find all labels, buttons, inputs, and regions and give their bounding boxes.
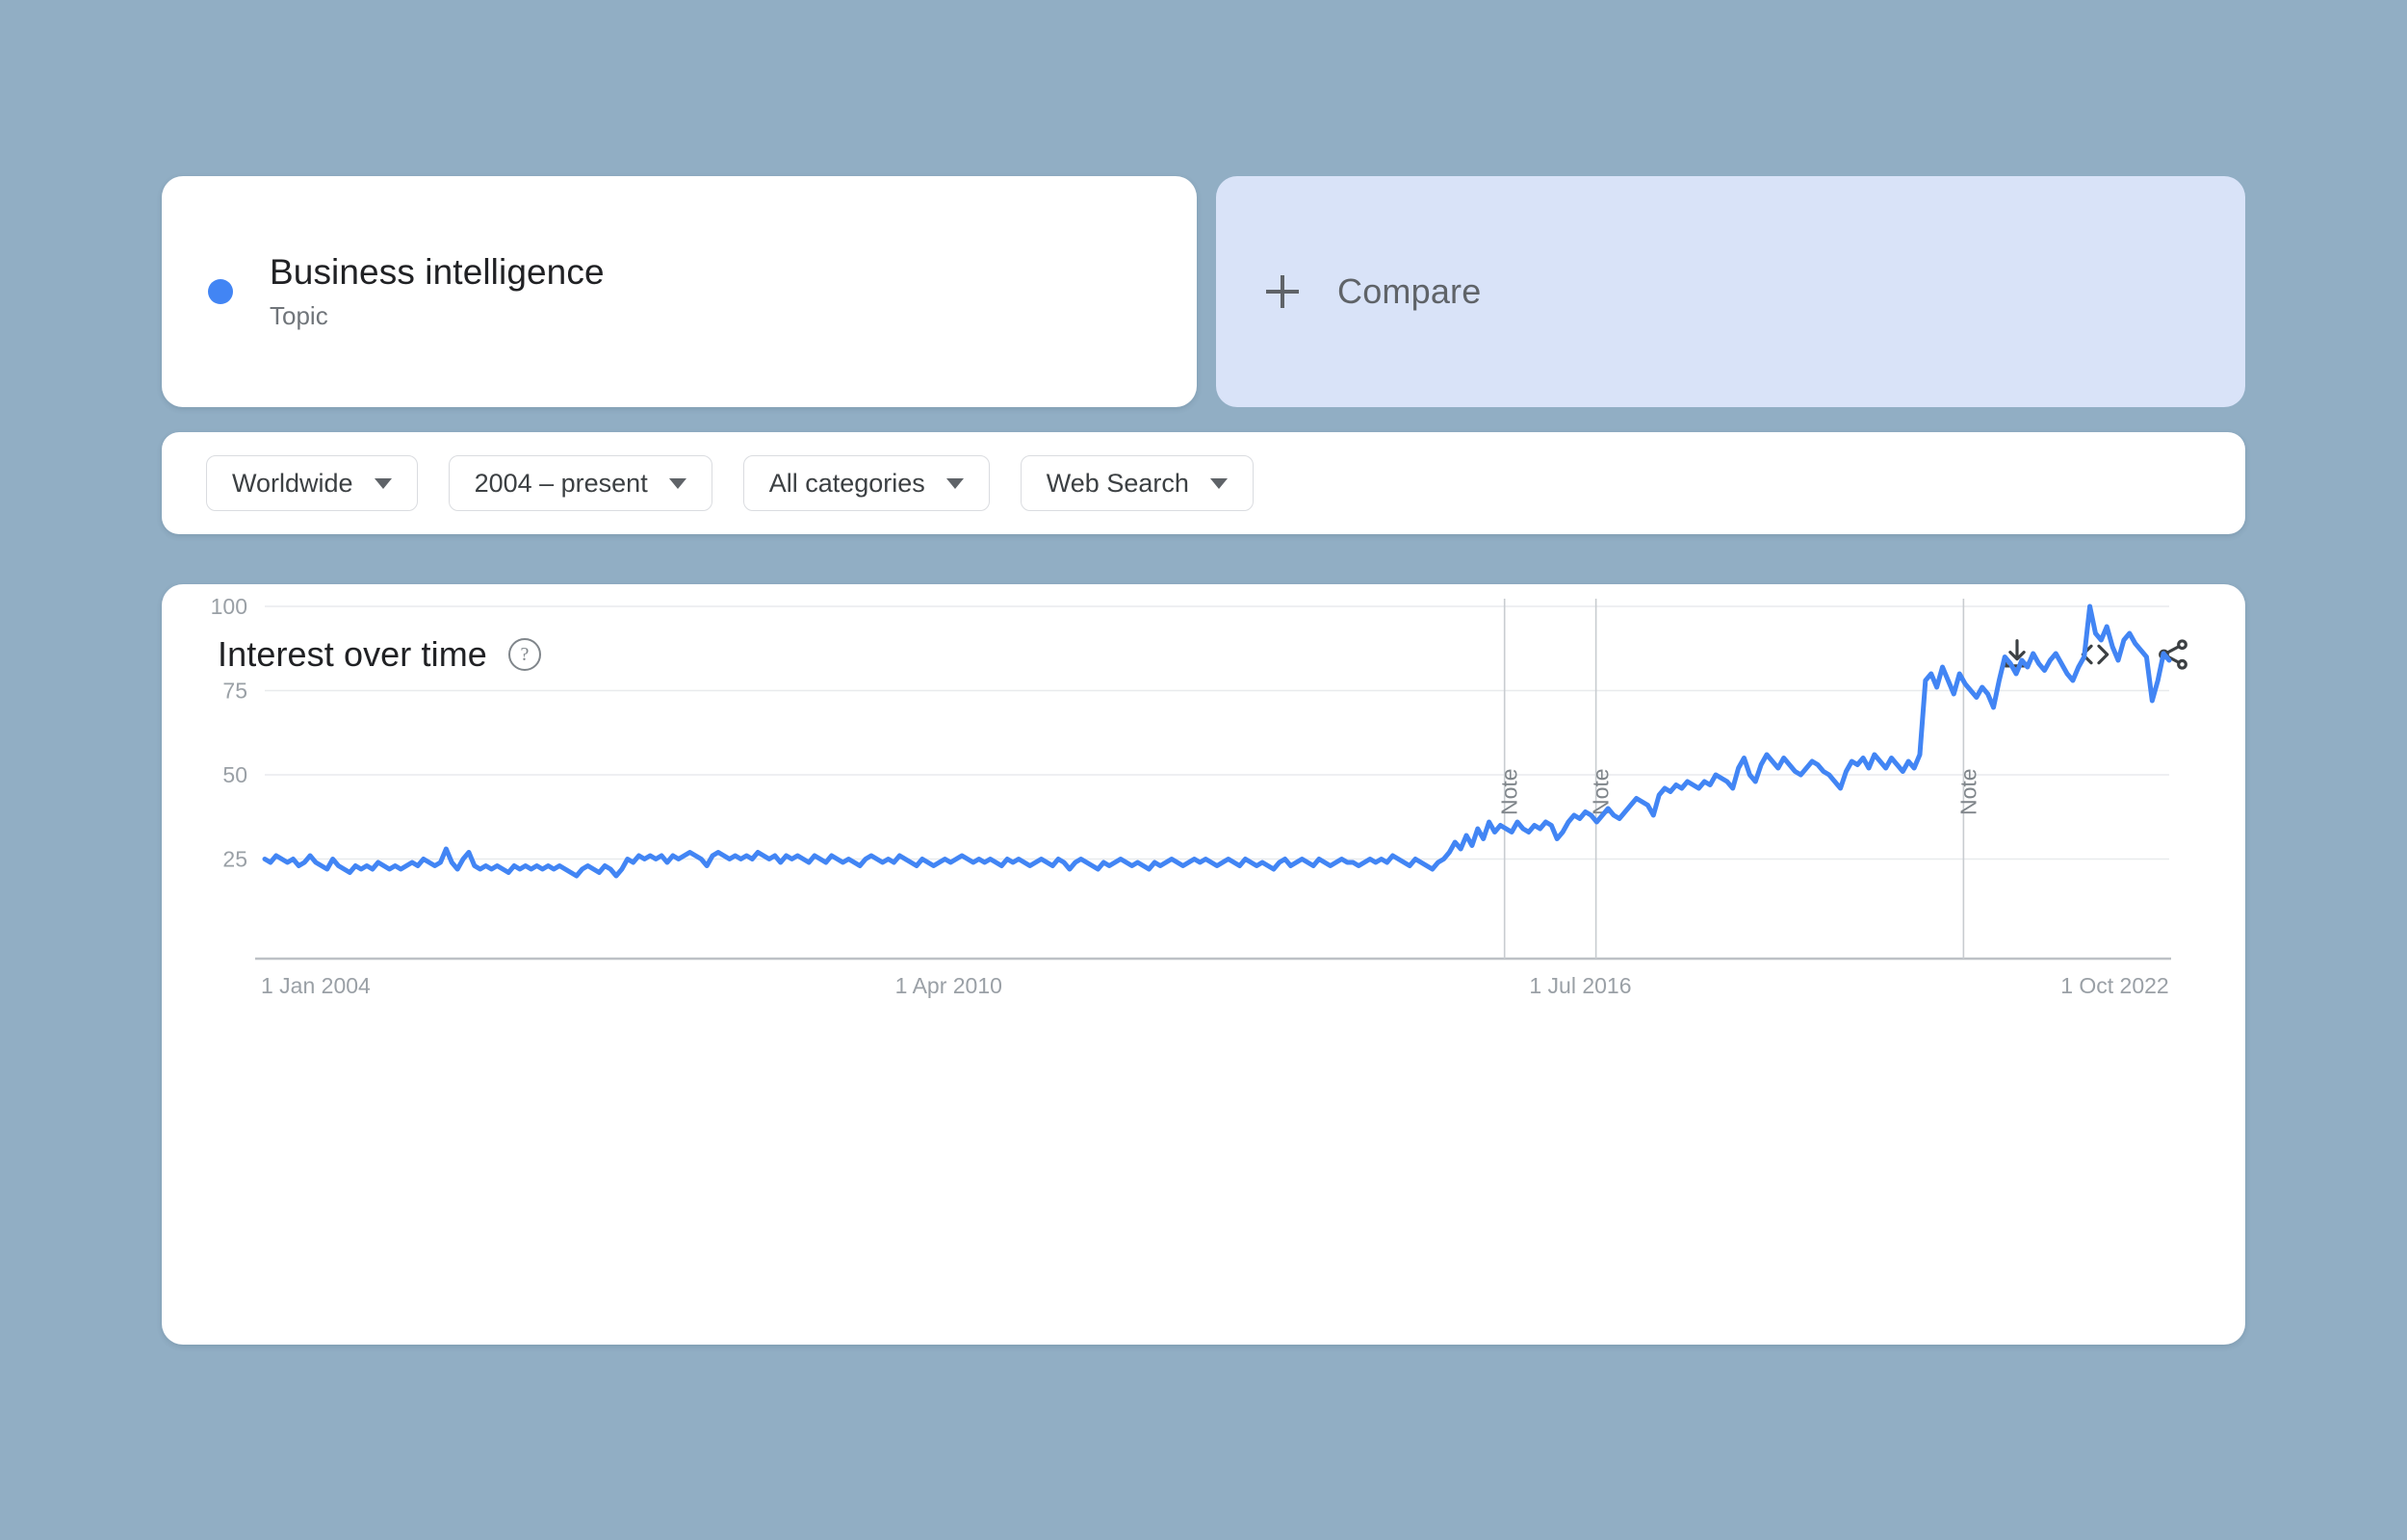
interest-over-time-chart[interactable]: 25 50 75 100 1 Jan 2004 1 Apr 2010 1 Jul 2016 1…: [162, 584, 2245, 1345]
time-range-filter[interactable]: 2004 – present: [448, 455, 712, 511]
svg-text:Note: Note: [1497, 768, 1522, 815]
location-filter-label: Worldwide: [232, 468, 353, 498]
search-type-filter-label: Web Search: [1046, 468, 1189, 498]
search-type-filter[interactable]: Web Search: [1020, 455, 1254, 511]
chevron-down-icon: [945, 477, 964, 489]
chevron-down-icon: [668, 477, 686, 489]
svg-text:1 Jul 2016: 1 Jul 2016: [1529, 973, 1631, 998]
svg-text:1 Apr 2010: 1 Apr 2010: [895, 973, 1002, 998]
topic-name: Business intelligence: [270, 251, 605, 292]
chevron-down-icon: [374, 477, 392, 489]
chevron-down-icon: [1209, 477, 1228, 489]
location-filter[interactable]: Worldwide: [206, 455, 418, 511]
chart-plot-area: 25 50 75 100 1 Jan 2004 1 Apr 2010 1 Jul 2016 1…: [162, 584, 2245, 1345]
filter-bar: Worldwide 2004 – present All categories …: [162, 432, 2245, 534]
svg-text:Note: Note: [1955, 768, 1980, 815]
search-terms-row: Business intelligence Topic Compare: [162, 176, 2245, 407]
topic-type-label: Topic: [270, 301, 328, 331]
plus-icon: [1266, 275, 1299, 308]
svg-text:1 Jan 2004: 1 Jan 2004: [261, 973, 371, 998]
svg-text:75: 75: [222, 679, 247, 704]
compare-label: Compare: [1337, 271, 1482, 311]
category-filter[interactable]: All categories: [742, 455, 990, 511]
interest-over-time-card: Interest over time ? 25 50 75 100 1 Jan …: [162, 584, 2245, 1345]
trends-page: Business intelligence Topic Compare Worl…: [162, 176, 2245, 1345]
category-filter-label: All categories: [768, 468, 925, 498]
svg-text:25: 25: [222, 847, 247, 872]
svg-text:50: 50: [222, 762, 247, 787]
svg-text:1 Oct 2022: 1 Oct 2022: [2060, 973, 2169, 998]
svg-text:100: 100: [211, 594, 247, 619]
time-range-filter-label: 2004 – present: [474, 468, 648, 498]
compare-card[interactable]: Compare: [1216, 176, 2245, 407]
topic-color-dot: [208, 279, 233, 304]
topic-card[interactable]: Business intelligence Topic: [162, 176, 1197, 407]
